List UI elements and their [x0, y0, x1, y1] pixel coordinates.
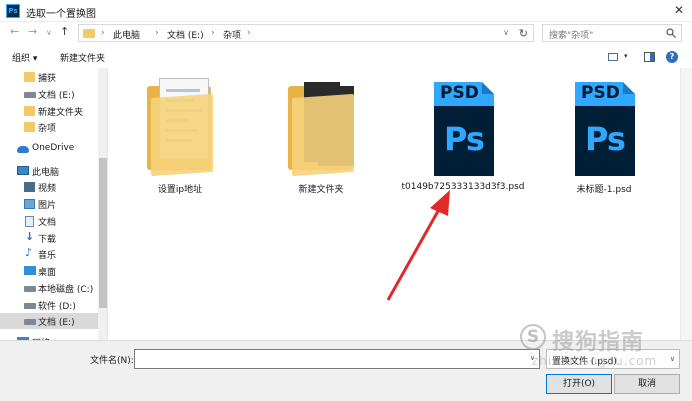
onedrive-icon: [17, 146, 29, 153]
file-item-folder-ip-settings[interactable]: 设置ip地址: [115, 74, 245, 204]
documents-icon: [25, 216, 34, 227]
help-icon[interactable]: ?: [666, 51, 678, 63]
breadcrumb-separator-icon: ›: [155, 28, 159, 38]
address-dropdown-chevron-icon[interactable]: ∨: [503, 28, 509, 37]
sidebar-item-label: 本地磁盘 (C:): [38, 285, 94, 295]
sidebar-item-label: 视频: [38, 184, 57, 194]
sidebar-item-label: 音乐: [38, 251, 57, 261]
file-name: 新建文件夹: [298, 185, 344, 195]
filename-label: 文件名(N):: [90, 356, 134, 366]
sidebar-item-new-folder[interactable]: 新建文件夹: [0, 103, 98, 119]
search-placeholder: 搜索"杂项": [549, 31, 594, 41]
sidebar-item-label: 图片: [38, 201, 57, 211]
sidebar-item-onedrive[interactable]: OneDrive: [0, 141, 98, 157]
drive-icon: [24, 92, 36, 98]
navigation-pane: 捕获 文档 (E:) 新建文件夹 杂项 OneDrive 此电脑 视频 图片 文…: [0, 68, 108, 340]
desktop-icon: [24, 266, 36, 275]
search-input[interactable]: 搜索"杂项": [542, 24, 682, 42]
breadcrumb-misc[interactable]: 杂项: [223, 28, 241, 41]
sidebar-item-label: 文档 (E:): [38, 318, 75, 328]
organize-menu-button[interactable]: 组织 ▾: [12, 51, 37, 64]
address-bar[interactable]: › 此电脑 › 文档 (E:) › 杂项 › ∨ ↻: [78, 24, 534, 42]
up-arrow-icon[interactable]: ↑: [60, 25, 69, 38]
folder-icon: [83, 29, 95, 38]
command-toolbar: 组织 ▾ 新建文件夹 ▾ ?: [0, 46, 692, 68]
psd-file-icon: PSD Ps: [426, 74, 500, 178]
sidebar-item-capture[interactable]: 捕获: [0, 69, 98, 85]
sidebar-scrollbar-thumb[interactable]: [99, 158, 107, 308]
sidebar-item-videos[interactable]: 视频: [0, 179, 98, 195]
sidebar-item-this-pc[interactable]: 此电脑: [0, 163, 98, 179]
sidebar-item-label: 此电脑: [32, 168, 60, 178]
breadcrumb-separator-icon: ›: [247, 28, 251, 38]
sidebar-item-documents-e-pinned[interactable]: 文档 (E:): [0, 86, 98, 102]
video-icon: [24, 182, 35, 192]
search-icon[interactable]: [666, 28, 676, 38]
folder-icon: [24, 72, 35, 82]
sidebar-item-label: 捕获: [38, 74, 57, 84]
sidebar-item-downloads[interactable]: ↓ 下载: [0, 230, 98, 246]
pictures-icon: [24, 199, 35, 209]
sidebar-item-label: 桌面: [38, 268, 57, 278]
annotation-arrow: [386, 190, 450, 301]
file-name: 设置ip地址: [157, 185, 203, 195]
sidebar-item-label: 杂项: [38, 124, 57, 134]
sogou-watermark: S 搜狗指南 zhinan.sogou.com: [520, 318, 692, 378]
title-bar: Ps 选取一个置换图 ✕: [0, 0, 692, 22]
sidebar-item-label: 文档 (E:): [38, 91, 75, 101]
file-item-psd-untitled-1[interactable]: PSD Ps 未标题-1.psd: [539, 74, 669, 204]
back-arrow-icon[interactable]: ←: [10, 25, 19, 38]
refresh-icon[interactable]: ↻: [519, 27, 528, 40]
file-list-scrollbar[interactable]: [680, 68, 692, 340]
sidebar-item-local-disk-c[interactable]: 本地磁盘 (C:): [0, 280, 98, 296]
sogou-logo: S: [520, 324, 546, 350]
file-item-folder-new-folder[interactable]: 新建文件夹: [256, 74, 386, 204]
watermark-url: zhinan.sogou.com: [532, 354, 658, 368]
drive-icon: [24, 303, 36, 309]
sidebar-item-desktop[interactable]: 桌面: [0, 263, 98, 279]
drive-icon: [24, 319, 36, 325]
sidebar-item-label: 新建文件夹: [38, 108, 84, 118]
folder-icon: [24, 106, 35, 116]
sidebar-item-misc[interactable]: 杂项: [0, 119, 98, 135]
sidebar-item-documents[interactable]: 文档: [0, 213, 98, 229]
sidebar-item-software-d[interactable]: 软件 (D:): [0, 297, 98, 313]
view-options-icon[interactable]: [608, 53, 618, 61]
forward-arrow-icon[interactable]: →: [28, 25, 37, 38]
watermark-text: 搜狗指南: [552, 330, 645, 355]
file-name: 未标题-1.psd: [576, 185, 632, 195]
drive-icon: [24, 286, 36, 292]
view-dropdown-chevron-icon[interactable]: ▾: [624, 52, 628, 60]
music-icon: ♪: [25, 246, 33, 259]
new-folder-button[interactable]: 新建文件夹: [60, 51, 105, 64]
breadcrumb-separator-icon: ›: [211, 28, 215, 38]
pc-icon: [17, 166, 29, 175]
breadcrumb-separator-icon: ›: [101, 28, 105, 38]
breadcrumb-documents-e[interactable]: 文档 (E:): [167, 28, 204, 41]
window-title: 选取一个置换图: [26, 9, 96, 20]
sidebar-item-label: OneDrive: [32, 143, 75, 153]
sidebar-item-label: 文档: [38, 218, 57, 228]
recent-locations-chevron-icon[interactable]: ∨: [46, 28, 52, 37]
psd-file-icon: PSD Ps: [567, 74, 641, 178]
sidebar-item-music[interactable]: ♪ 音乐: [0, 246, 98, 262]
folder-icon: [143, 74, 217, 178]
photoshop-app-icon: Ps: [6, 4, 20, 18]
file-item-psd-t0149b[interactable]: PSD Ps t0149b725333133d3f3.psd: [398, 74, 528, 204]
close-button[interactable]: ✕: [674, 3, 684, 17]
download-icon: ↓: [25, 230, 35, 243]
sidebar-item-documents-e[interactable]: 文档 (E:): [0, 313, 98, 329]
preview-pane-icon[interactable]: [644, 52, 655, 62]
folder-icon: [24, 122, 35, 132]
sidebar-item-pictures[interactable]: 图片: [0, 196, 98, 212]
filename-input[interactable]: ∨: [134, 349, 540, 369]
sidebar-item-label: 下载: [38, 235, 57, 245]
sidebar-item-label: 软件 (D:): [38, 302, 76, 312]
folder-icon: [284, 74, 358, 178]
breadcrumb-this-pc[interactable]: 此电脑: [113, 28, 140, 41]
navigation-row: ← → ∨ ↑ › 此电脑 › 文档 (E:) › 杂项 › ∨ ↻ 搜索"杂项…: [0, 22, 692, 44]
